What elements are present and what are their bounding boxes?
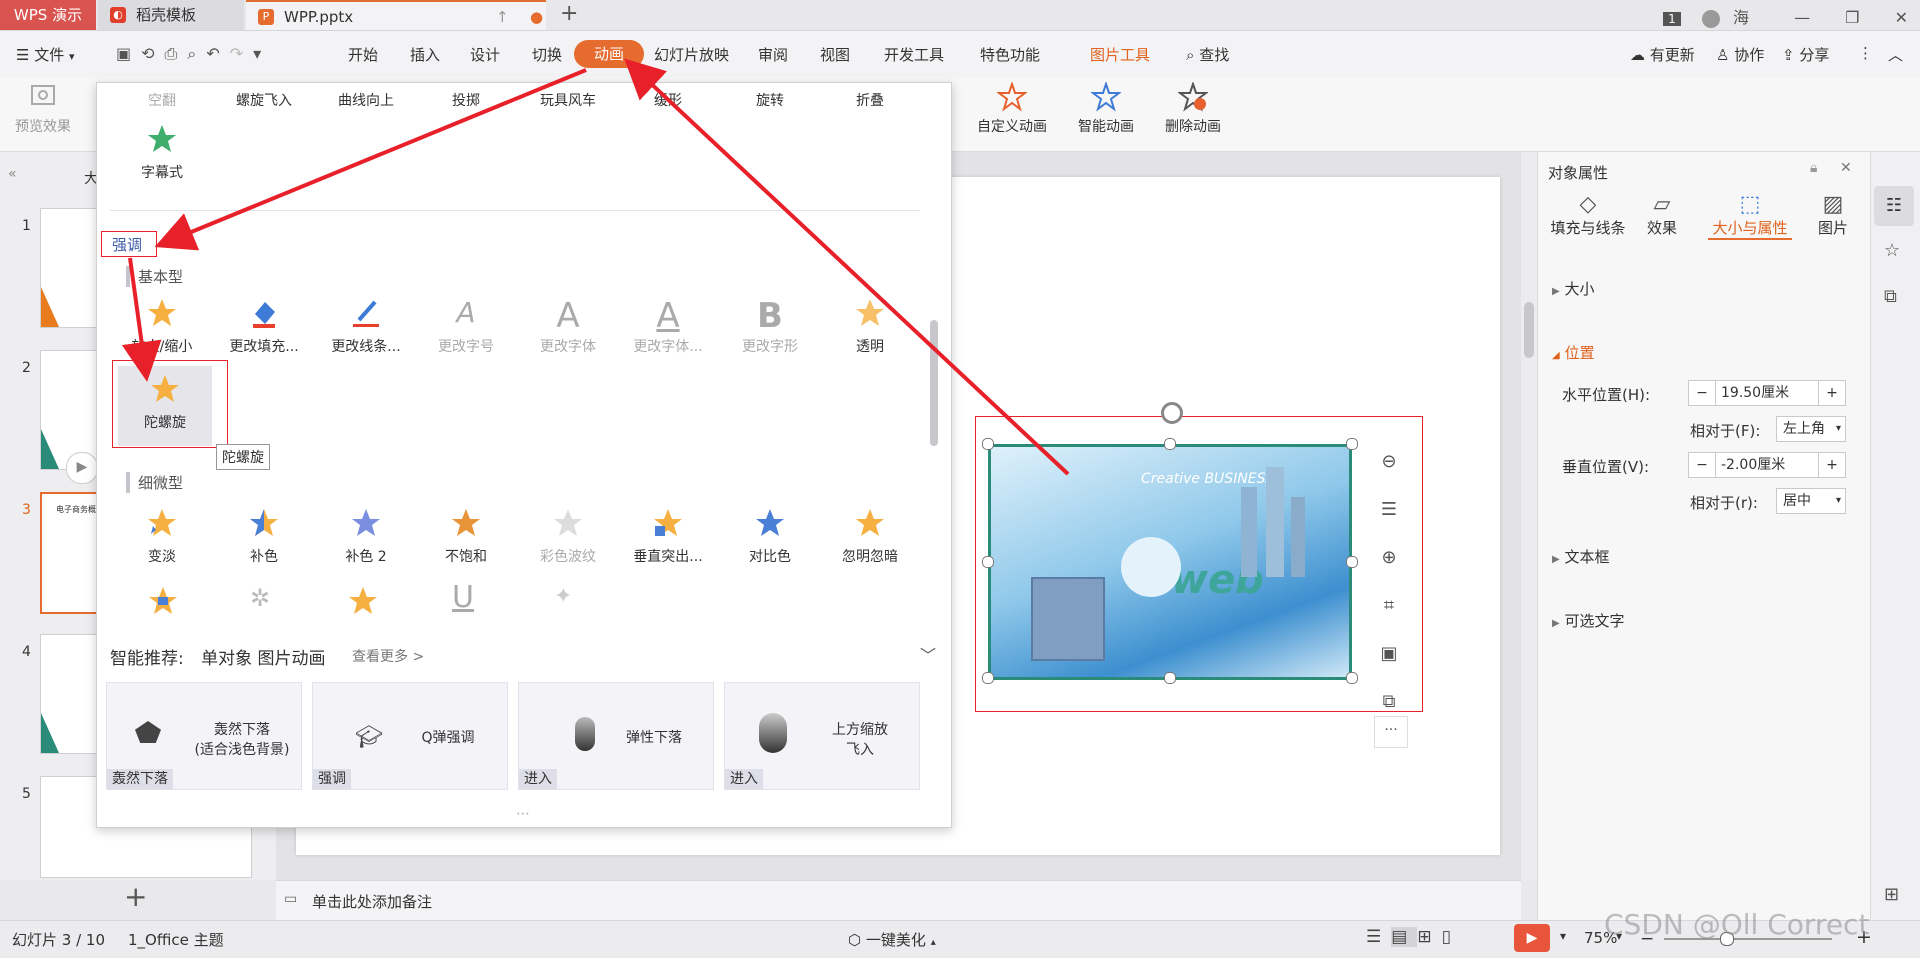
chevron-up-icon: ▴ — [930, 937, 936, 948]
theme-name[interactable]: 1_Office 主题 — [128, 929, 224, 950]
reading-view-icon[interactable]: ▯ — [1442, 927, 1461, 947]
watermark: CSDN @Oll Correct — [1604, 908, 1870, 941]
annotation-arrows — [121, 58, 1070, 476]
slide-counter: 幻灯片 3 / 10 — [12, 931, 105, 949]
notes-placeholder: 单击此处添加备注 — [312, 893, 433, 911]
slideshow-options-icon[interactable]: ▾ — [1560, 929, 1566, 943]
notes-bar[interactable]: ▭ 单击此处添加备注 — [276, 880, 1521, 921]
beautify-button[interactable]: ⬡ 一键美化 ▴ — [848, 929, 936, 950]
arrow-emphasis-to-gyro — [121, 257, 162, 382]
beautify-label: 一键美化 — [865, 931, 926, 949]
beautify-icon: ⬡ — [848, 931, 862, 949]
play-slideshow-icon[interactable]: ▶ — [1514, 924, 1550, 952]
notes-toggle-icon[interactable]: ☰ — [1366, 927, 1391, 947]
normal-view-icon[interactable]: ▤ — [1391, 927, 1418, 947]
notes-icon: ▭ — [284, 891, 298, 907]
arrow-picture-to-menu — [624, 58, 1070, 476]
view-switcher: ☰▤⊞▯ — [1366, 927, 1461, 947]
sorter-view-icon[interactable]: ⊞ — [1417, 927, 1441, 947]
arrow-menu-to-emphasis — [154, 68, 587, 251]
